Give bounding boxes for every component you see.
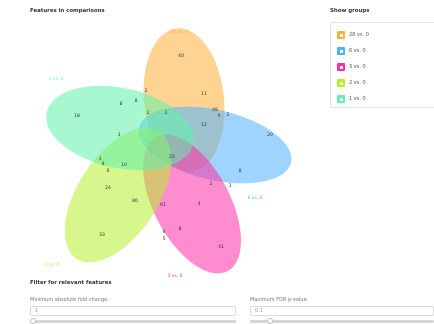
region-count: 5 — [163, 236, 166, 242]
region-count: 48 — [212, 107, 218, 113]
show-groups-title: Show groups — [330, 8, 370, 14]
region-count: 8 — [239, 168, 242, 174]
region-count: 10 — [121, 162, 127, 168]
region-count: 11 — [201, 91, 207, 97]
set-label-2: 3 vs. 0 — [167, 273, 182, 279]
set-label-3: 2 vs. 0 — [44, 262, 59, 268]
region-count: 41 — [218, 244, 224, 250]
group-label-1: 1 vs. 0 — [349, 96, 366, 102]
region-count: 2 — [210, 181, 213, 187]
fdr-slider-handle[interactable] — [267, 318, 273, 324]
venn-diagram: 4011482122022834142866180332431888236510… — [44, 28, 292, 279]
region-count: 2 — [165, 110, 168, 116]
group-label-6: 6 vs. 0 — [349, 48, 366, 54]
fdr-label: Maximum FDR p-value: — [250, 297, 309, 303]
region-count: 2 — [227, 112, 230, 118]
group-toggle-28[interactable]: 28 vs. 0 — [331, 29, 434, 41]
checkbox-1[interactable] — [337, 95, 345, 103]
fold-change-input[interactable]: 1 — [30, 306, 236, 316]
region-count: 22 — [169, 154, 175, 160]
region-count: 33 — [99, 232, 105, 238]
region-count: 20 — [267, 132, 273, 138]
fdr-slider[interactable] — [250, 318, 434, 324]
group-toggle-1[interactable]: 1 vs. 0 — [331, 93, 434, 105]
region-count: 8 — [102, 161, 105, 167]
group-toggle-6[interactable]: 6 vs. 0 — [331, 45, 434, 57]
region-count: 24 — [105, 185, 111, 191]
region-count: 6 — [107, 168, 110, 174]
group-toggle-3[interactable]: 3 vs. 0 — [331, 61, 434, 73]
fdr-input[interactable]: 0.1 — [250, 306, 434, 316]
region-count: 3 — [229, 183, 232, 189]
region-count: 12 — [201, 122, 207, 128]
show-groups-panel: 28 vs. 0 6 vs. 0 3 vs. 0 2 vs. 0 1 vs. 0 — [330, 22, 434, 108]
fold-change-slider-handle[interactable] — [30, 318, 36, 324]
region-count: 2 — [147, 110, 150, 116]
group-label-2: 2 vs. 0 — [349, 80, 366, 86]
region-count: 8 — [120, 101, 123, 107]
set-label-0: 28 vs. 0 — [170, 29, 188, 35]
checkbox-2[interactable] — [337, 79, 345, 87]
region-count: 2 — [145, 88, 148, 94]
fold-change-label: Minimum absolute fold change: — [30, 297, 109, 303]
region-count: 3 — [118, 132, 121, 138]
checkbox-28[interactable] — [337, 31, 345, 39]
group-label-3: 3 vs. 0 — [349, 64, 366, 70]
region-count: 4 — [198, 201, 201, 207]
region-count: 8 — [179, 226, 182, 232]
fold-change-slider[interactable] — [30, 318, 236, 324]
checkbox-3[interactable] — [337, 63, 345, 71]
group-toggle-2[interactable]: 2 vs. 0 — [331, 77, 434, 89]
set-label-4: 1 vs. 0 — [48, 76, 63, 82]
set-label-1: 6 vs. 0 — [247, 195, 262, 201]
region-count: 18 — [74, 113, 80, 119]
region-count: 40 — [178, 53, 184, 59]
region-count: 6 — [163, 229, 166, 235]
region-count: 80 — [132, 198, 138, 204]
region-count: 0 — [218, 113, 221, 119]
group-label-28: 28 vs. 0 — [349, 32, 369, 38]
checkbox-6[interactable] — [337, 47, 345, 55]
region-count: 8 — [135, 98, 138, 104]
region-count: 61 — [160, 202, 166, 208]
filter-title: Filter for relevant features — [30, 280, 112, 286]
